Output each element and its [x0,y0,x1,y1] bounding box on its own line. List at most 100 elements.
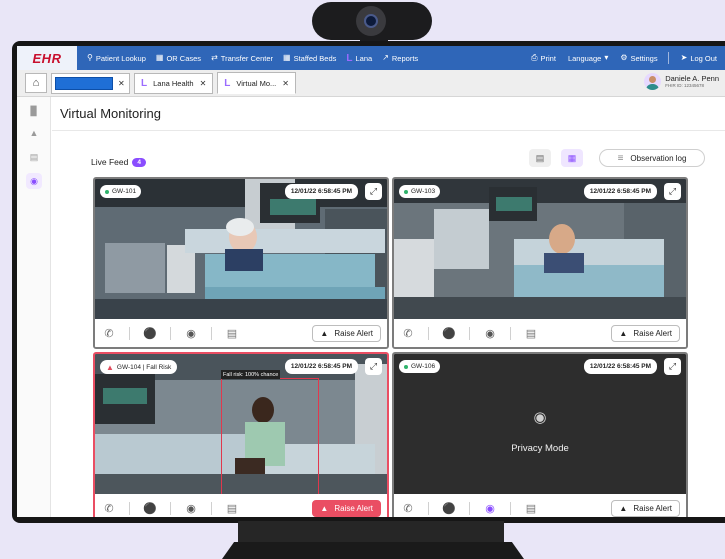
virtual-monitoring-icon[interactable]: ◉ [26,173,42,189]
feed-timestamp: 12/01/22 6:58:45 PM [284,359,358,374]
observation-log-button[interactable]: ≡ Observation log [599,149,705,167]
ehr-logo-text: EHR [32,50,62,66]
ehr-logo[interactable]: EHR [17,46,77,70]
home-icon: ⌂ [32,77,40,89]
eye-icon[interactable]: ◉ [177,327,205,340]
settings-label: Settings [630,53,658,63]
list-view-button[interactable]: ▤ [529,149,551,167]
expand-icon: ⤢ [369,186,378,196]
tab-redacted-patient[interactable]: ✕ [51,72,130,94]
live-feed-count-badge: 4 [132,157,146,167]
language-label: Language [567,53,602,63]
logout-button[interactable]: ➤ Log Out [681,54,717,63]
monitor-stand-neck [238,521,504,545]
eye-icon[interactable]: ◉ [476,327,504,340]
room-label-chip: GW-101 [100,185,142,198]
main-content: Virtual Monitoring Live Feed 4 ▤ ▦ ≡ Obs… [52,97,725,517]
privacy-mode-label: Privacy Mode [511,443,569,454]
logout-icon: ➤ [680,53,688,62]
clipboard-check-icon[interactable]: ▤ [517,502,545,515]
user-profile[interactable]: Daniele A. Penn FHIR ID: 12345678 [644,73,719,90]
nav-transfer-center[interactable]: ⇄ Transfer Center [211,54,273,63]
nav-label: OR Cases [166,53,202,63]
raise-alert-label: Raise Alert [334,504,373,513]
live-feed-label: Live Feed [91,157,129,167]
microphone-icon[interactable]: ⚫ [136,327,164,340]
close-icon[interactable]: ✕ [282,79,289,88]
tab-virtual-monitoring[interactable]: L Virtual Mo... ✕ [217,72,296,94]
nav-staffed-beds[interactable]: ▦ Staffed Beds [283,54,336,63]
phone-icon[interactable]: ✆ [95,502,123,515]
toolbar-divider [510,501,511,515]
screen: EHR ⚲ Patient Lookup ▦ OR Cases ⇄ Transfer … [17,46,725,517]
expand-button[interactable]: ⤢ [365,183,382,200]
analytics-icon[interactable]: ▉ [26,103,42,119]
eye-slash-icon: ◉ [533,409,547,426]
phone-icon[interactable]: ✆ [394,502,422,515]
detection-label: Fall risk: 100% chance [221,370,281,379]
print-button[interactable]: ⎙ Print [531,54,556,63]
room-label-chip: GW-103 [399,185,441,198]
top-navigation: EHR ⚲ Patient Lookup ▦ OR Cases ⇄ Transfer … [17,46,725,70]
expand-button[interactable]: ⤢ [365,358,382,375]
phone-icon[interactable]: ✆ [394,327,422,340]
chevron-down-icon: ▾ [604,53,609,62]
live-feed-header: Live Feed 4 [91,157,146,167]
clipboard-check-icon[interactable]: ▤ [517,327,545,340]
nav-lana[interactable]: L Lana [346,53,372,64]
phone-icon[interactable]: ✆ [95,327,123,340]
expand-icon: ⤢ [369,361,378,371]
toolbar-divider [469,326,470,340]
settings-button[interactable]: ⚙ Settings [620,54,657,63]
transfer-icon: ⇄ [211,53,218,62]
nav-label: Transfer Center [220,53,274,63]
printer-icon: ⎙ [531,53,538,62]
warning-icon: ▲ [106,362,114,372]
microphone-icon[interactable]: ⚫ [435,327,463,340]
video-tile-gw-106[interactable]: ◉ Privacy Mode GW-106 12/01/22 6:58:45 P… [392,352,688,517]
sidebar: ▉ ▲ ▤ ◉ ⚙ [17,97,51,517]
room-label: GW-104 | Fall Risk [116,363,172,371]
video-tile-gw-103[interactable]: GW-103 12/01/22 6:58:45 PM ⤢ ✆ ⚫ ◉ ▤ ▲ Ra… [392,177,688,349]
clipboard-check-icon[interactable]: ▤ [218,502,246,515]
list-view-icon: ▤ [535,152,545,163]
education-icon[interactable]: ▲ [26,125,42,141]
eye-icon[interactable]: ◉ [177,502,205,515]
raise-alert-button[interactable]: ▲ Raise Alert [312,325,381,342]
close-icon[interactable]: ✕ [118,79,125,88]
fall-risk-detection-box [221,378,319,496]
list-lines-icon: ≡ [617,152,624,164]
eye-icon[interactable]: ◉ [476,502,504,515]
expand-button[interactable]: ⤢ [664,358,681,375]
raise-alert-button[interactable]: ▲ Raise Alert [611,500,680,517]
clipboard-check-icon[interactable]: ▤ [218,327,246,340]
expand-icon: ⤢ [668,361,677,371]
nav-patient-lookup[interactable]: ⚲ Patient Lookup [87,54,146,63]
microphone-muted-icon[interactable]: ⚫ [435,502,463,515]
toolbar-divider [211,326,212,340]
nav-label: Staffed Beds [293,53,337,63]
expand-button[interactable]: ⤢ [664,183,681,200]
online-status-dot [404,189,408,194]
toolbar-divider [170,501,171,515]
nav-or-cases[interactable]: ▦ OR Cases [156,54,201,63]
raise-alert-label: Raise Alert [633,504,672,513]
grid-view-button[interactable]: ▦ [561,149,583,167]
room-label: GW-101 [112,188,137,195]
raise-alert-button[interactable]: ▲ Raise Alert [611,325,680,342]
toolbar-divider [129,501,130,515]
raise-alert-button[interactable]: ▲ Raise Alert [312,500,381,517]
clipboard-icon[interactable]: ▤ [26,149,42,165]
patient-room-video [95,179,387,319]
toolbar-divider [170,326,171,340]
room-label: GW-103 [411,188,436,195]
video-tile-gw-104[interactable]: Fall risk: 100% chance ▲ GW-104 | Fall Ri… [93,352,389,517]
close-icon[interactable]: ✕ [200,79,207,88]
language-dropdown[interactable]: Language ▾ [568,54,608,63]
online-status-dot [404,364,408,369]
nav-reports[interactable]: ↗ Reports [382,54,418,63]
microphone-icon[interactable]: ⚫ [136,502,164,515]
video-tile-gw-101[interactable]: GW-101 12/01/22 6:58:45 PM ⤢ ✆ ⚫ ◉ ▤ ▲ Ra… [93,177,389,349]
home-button[interactable]: ⌂ [25,73,47,93]
tab-lana-health[interactable]: L Lana Health ✕ [134,72,214,94]
